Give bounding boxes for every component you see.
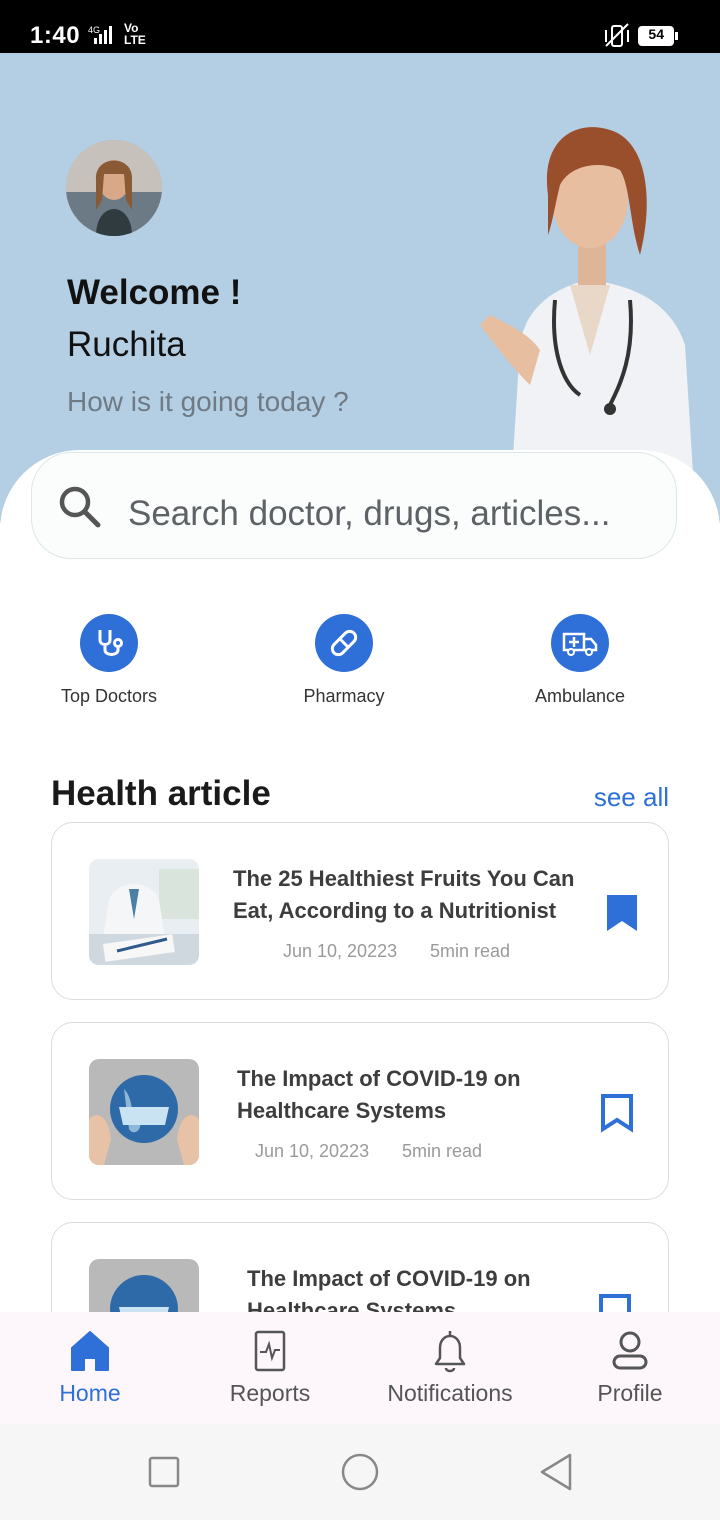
report-icon [248,1328,292,1374]
user-icon [608,1328,652,1374]
nav-home[interactable]: Home [0,1312,180,1424]
vibrate-icon [605,23,678,47]
nav-profile[interactable]: Profile [540,1312,720,1424]
category-top-doctors[interactable]: Top Doctors [24,600,194,730]
category-pharmacy[interactable]: Pharmacy [259,600,429,730]
article-card[interactable]: The 25 Healthiest Fruits You Can Eat, Ac… [51,822,669,1000]
stethoscope-icon [80,614,138,672]
see-all-link[interactable]: see all [594,782,669,813]
nav-label: Profile [597,1380,663,1406]
category-label: Pharmacy [303,686,385,706]
article-date: Jun 10, 20223 [283,941,398,961]
article-date: Jun 10, 20223 [255,1141,370,1161]
article-title: The Impact of COVID-19 on Healthcare Sys… [237,1066,521,1123]
back-icon[interactable] [538,1452,574,1492]
category-label: Top Doctors [60,686,158,706]
status-bar: 1:40 4G Vo LTE 54 [0,0,720,53]
article-read-time: 5min read [402,1141,483,1161]
system-nav-bar [0,1424,720,1520]
section-title: Health article [51,774,271,813]
category-label: Ambulance [534,686,626,706]
article-read-time: 5min read [430,941,511,961]
home-circle-icon[interactable] [340,1452,380,1492]
bottom-nav: Home Reports Notifications Profile [0,1312,720,1424]
volte-indicator: Vo LTE [124,21,146,47]
nav-reports[interactable]: Reports [180,1312,360,1424]
nav-label: Home [59,1380,121,1406]
recent-apps-icon[interactable] [148,1456,180,1488]
ambulance-icon [551,614,609,672]
status-time: 1:40 [30,22,81,49]
article-title: The 25 Healthiest Fruits You Can Eat, Ac… [233,866,575,923]
article-card[interactable]: The Impact of COVID-19 on Healthcare Sys… [51,1022,669,1200]
search-icon[interactable] [56,483,102,529]
nav-notifications[interactable]: Notifications [360,1312,540,1424]
bookmark-filled-icon[interactable] [605,893,639,933]
user-name: Ruchita [67,325,186,364]
nav-label: Notifications [387,1380,513,1406]
pill-icon [315,614,373,672]
greeting-subtitle: How is it going today ? [67,386,349,417]
bell-icon [428,1328,472,1374]
avatar[interactable] [66,140,162,236]
bookmark-outline-icon[interactable] [600,1093,634,1133]
article-thumbnail [89,1059,199,1165]
search-input[interactable] [128,489,658,539]
battery-level: 54 [648,26,664,42]
article-thumbnail [89,859,199,965]
home-icon [68,1328,112,1374]
network-type: 4G [88,25,100,35]
network-status: 4G Vo LTE [82,22,152,48]
welcome-heading: Welcome ! [67,273,242,312]
category-ambulance[interactable]: Ambulance [495,600,665,730]
nav-label: Reports [229,1380,311,1406]
